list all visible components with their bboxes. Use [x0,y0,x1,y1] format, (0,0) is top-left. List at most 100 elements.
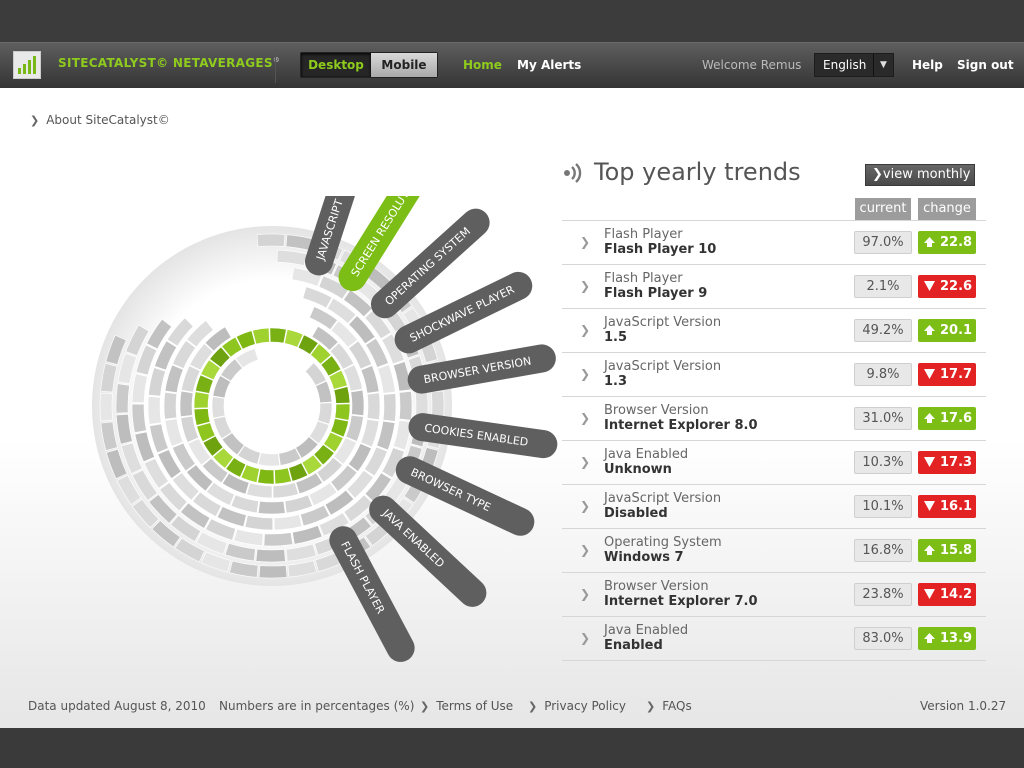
trend-value: Windows 7 [604,550,684,565]
trend-value: Flash Player 10 [604,242,717,257]
wheel-segment[interactable] [147,396,162,425]
privacy-policy-link[interactable]: ❯ Privacy Policy [528,699,626,713]
language-value: English [823,58,867,72]
wheel-segment[interactable] [317,402,333,425]
change-value: 20.1 [940,323,973,338]
help-link[interactable]: Help [912,58,943,72]
wheel-segment[interactable] [256,233,286,247]
wheel-segment[interactable] [257,468,275,485]
wheel-segment[interactable] [350,389,365,416]
chevron-right-icon: ❯ [580,587,591,601]
faqs-link[interactable]: ❯ FAQs [646,699,692,713]
trend-row[interactable]: ❯ Flash Player Flash Player 10 97.0% 22.8 [562,221,986,265]
arrow-down-icon [924,589,935,599]
current-column-header: current [855,198,911,220]
change-badge: 17.7 [918,363,976,386]
nav-home-link[interactable]: Home [463,58,502,72]
wheel-segment[interactable] [163,391,178,420]
trend-row[interactable]: ❯ Java Enabled Unknown 10.3% 17.3 [562,441,986,485]
chevron-down-icon[interactable]: ▼ [873,54,893,76]
wheel-segment[interactable] [398,391,413,421]
chevron-right-icon: ❯ [528,700,538,713]
sunburst-wheel[interactable]: JAVASCRIPT VERSIONSCREEN RESOLUTIONOPERA… [50,196,610,756]
trend-row[interactable]: ❯ Browser Version Internet Explorer 7.0 23.… [562,573,986,617]
arrow-down-icon [924,501,935,511]
about-label: About SiteCatalyst© [46,113,170,127]
wheel-segment[interactable] [193,391,210,409]
language-select[interactable]: English ▼ [814,53,894,77]
trend-category: Java Enabled [604,623,689,638]
signal-icon [564,163,582,183]
wheel-segment[interactable] [131,403,147,434]
view-monthly-label: view monthly [882,167,971,182]
wheel-segment[interactable] [382,393,397,422]
nav-my-alerts-link[interactable]: My Alerts [517,58,581,72]
wheel-segment[interactable] [366,392,381,421]
change-badge: 15.8 [918,539,976,562]
wheel-segment[interactable] [257,500,286,515]
chevron-right-icon: ❯ [580,411,591,425]
chevron-right-icon: ❯ [580,279,591,293]
arrow-down-icon [924,457,935,467]
trend-value: 1.5 [604,330,628,345]
sign-out-link[interactable]: Sign out [957,58,1014,72]
wheel-center [226,360,318,452]
mobile-toggle-button[interactable]: Mobile [371,53,437,77]
change-badge: 17.3 [918,451,976,474]
trends-list: ❯ Flash Player Flash Player 10 97.0% 22.8 ❯ Fl… [562,220,986,661]
change-value: 17.3 [940,455,973,470]
change-badge: 14.2 [918,583,976,606]
trend-value: Internet Explorer 7.0 [604,594,758,609]
view-monthly-button[interactable]: ❯view monthly [865,164,975,186]
wheel-segment[interactable] [211,396,226,419]
desktop-toggle-button[interactable]: Desktop [301,53,371,77]
faqs-label: FAQs [662,699,692,713]
trends-title: Top yearly trends [594,158,801,186]
arrow-up-icon [924,413,935,423]
change-badge: 22.6 [918,275,976,298]
chevron-right-icon: ❯ [646,700,656,713]
wheel-segment[interactable] [263,532,294,547]
top-frame [0,0,1024,42]
trend-row[interactable]: ❯ JavaScript Version 1.3 9.8% 17.7 [562,353,986,397]
wheel-segment[interactable] [255,548,286,563]
trend-value: 1.3 [604,374,628,389]
chevron-right-icon: ❯ [580,455,591,469]
wheel-segment[interactable] [179,390,194,418]
change-badge: 17.6 [918,407,976,430]
trend-row[interactable]: ❯ Flash Player Flash Player 9 2.1% 22.6 [562,265,986,309]
chevron-right-icon: ❯ [580,499,591,513]
trend-row[interactable]: ❯ Browser Version Internet Explorer 8.0 31.… [562,397,986,441]
chevron-right-icon: ❯ [580,631,591,645]
current-percent: 16.8% [854,539,912,562]
terms-of-use-link[interactable]: ❯ Terms of Use [420,699,513,713]
current-percent: 97.0% [854,231,912,254]
trend-category: JavaScript Version [604,359,722,374]
trend-row[interactable]: ❯ JavaScript Version Disabled 10.1% 16.1 [562,485,986,529]
wheel-segment[interactable] [258,565,288,579]
terms-label: Terms of Use [436,699,514,713]
wheel-segment[interactable] [115,383,130,414]
arrow-up-icon [924,545,935,555]
trend-category: JavaScript Version [604,315,722,330]
trend-category: Flash Player [604,227,683,242]
trend-row[interactable]: ❯ JavaScript Version 1.5 49.2% 20.1 [562,309,986,353]
trend-value: Flash Player 9 [604,286,708,301]
wheel-segment[interactable] [269,327,287,344]
chevron-right-icon: ❯ [580,235,591,249]
arrow-up-icon [924,237,935,247]
change-value: 22.8 [940,235,973,250]
wheel-segment[interactable] [99,392,113,422]
wheel-segment[interactable] [334,403,351,421]
trend-category: JavaScript Version [604,491,722,506]
wheel-segment[interactable] [257,452,281,467]
change-value: 16.1 [940,499,973,514]
trend-row[interactable]: ❯ Java Enabled Enabled 83.0% 13.9 [562,617,986,661]
trend-category: Browser Version [604,403,709,418]
trend-category: Java Enabled [604,447,689,462]
change-value: 17.6 [940,411,973,426]
arrow-down-icon [924,369,935,379]
trend-row[interactable]: ❯ Operating System Windows 7 16.8% 15.8 [562,529,986,573]
chevron-right-icon: ❯ [580,543,591,557]
about-sitecatalyst-link[interactable]: ❯ About SiteCatalyst© [30,113,170,127]
